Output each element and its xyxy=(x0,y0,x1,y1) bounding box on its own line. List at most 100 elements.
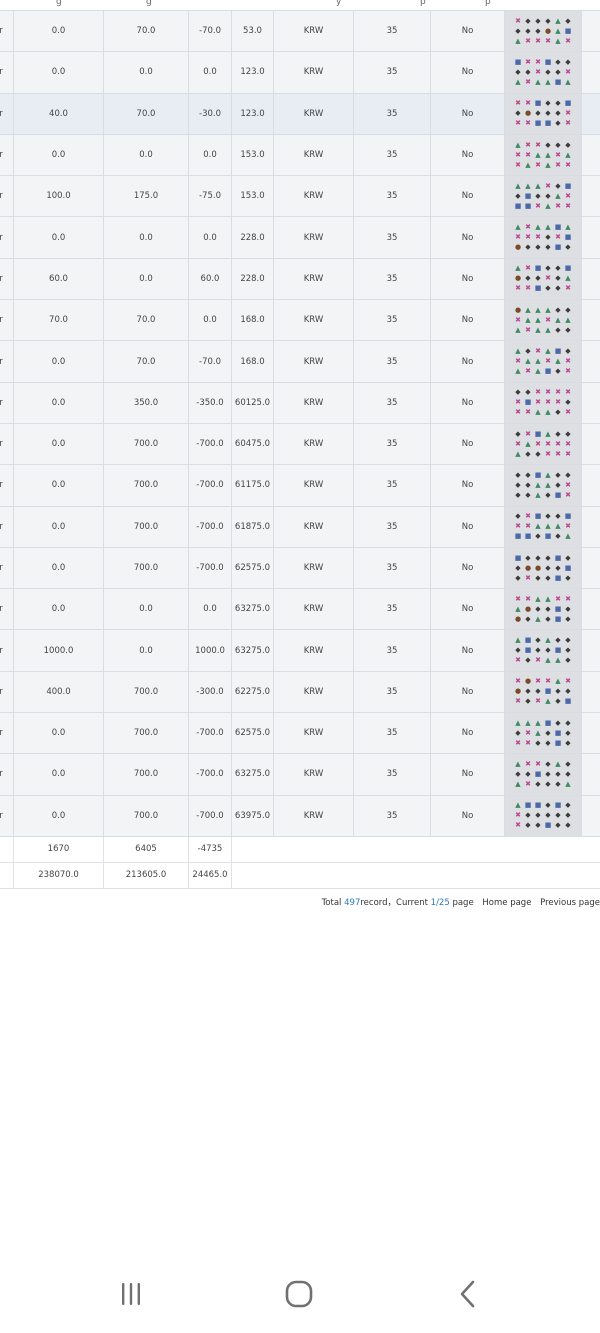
icon-grid-cell[interactable]: ▲ ◆ ✖ ▲ ■ ◆ ✖ ▲ ▲ ✖ ▲ ✖ ▲ ✖ ▲ ■ ◆ ✖ xyxy=(504,340,582,383)
table-row[interactable]: r 0.0 0.0 0.0 123.0 KRW 35 No ■ ✖ ✖ ■ ◆ ◆ ◆ ◆ ✖ ◆ ◆ ✖ ▲ ✖ ▲ ▲ ■ ▲… xyxy=(0,51,600,94)
icon-grid-cell[interactable]: ✖ ✖ ■ ◆ ◆ ■ ◆ ● ◆ ◆ ◆ ✖ ✖ ✖ ■ ■ ◆ ✖ xyxy=(504,92,582,135)
blue-item-icon: ■ xyxy=(534,284,542,293)
pink-item-icon: ✖ xyxy=(525,36,531,45)
dark-item-icon: ◆ xyxy=(535,274,541,283)
dark-item-icon: ◆ xyxy=(555,367,561,376)
dark-item-icon: ◆ xyxy=(525,243,531,252)
green-item-icon: ▲ xyxy=(535,728,541,737)
table-row[interactable]: r 0.0 350.0 -350.0 60125.0 KRW 35 No ◆ ◆ ✖ ✖ ✖ ✖ ✖ ■ ✖ ✖ ✖… xyxy=(0,381,600,424)
table-row[interactable]: r 60.0 0.0 60.0 228.0 KRW 35 No ▲ ✖ ■ ◆ ◆ ■ ● ◆ ◆ ✖ ◆ ▲ ✖ ✖ ■ ◆… xyxy=(0,257,600,301)
blue-item-icon: ■ xyxy=(564,697,572,706)
green-item-icon: ▲ xyxy=(555,656,561,665)
total-row: 238070.0 213605.0 24465.0 xyxy=(0,861,600,889)
row-edge-cell: r xyxy=(0,92,14,135)
dark-item-icon: ◆ xyxy=(565,821,571,830)
blue-item-icon: ■ xyxy=(564,181,572,190)
pink-item-icon: ✖ xyxy=(515,738,521,747)
dark-item-icon: ◆ xyxy=(515,646,521,655)
cell-c6: 35 xyxy=(353,92,431,135)
cell-c2: 700.0 xyxy=(103,753,189,796)
blue-item-icon: ■ xyxy=(554,347,562,356)
dark-item-icon: ◆ xyxy=(545,16,551,25)
cell-c2: 70.0 xyxy=(103,340,189,383)
dark-item-icon: ◆ xyxy=(535,779,541,788)
icon-grid: ▲ ■ ◆ ▲ ◆ ◆ ◆ ■ ◆ ◆ ■ ◆ ✖ ◆ ✖ ▲ ▲ ◆ xyxy=(514,636,573,666)
table-row[interactable]: r 0.0 700.0 -700.0 60475.0 KRW 35 No ◆ ✖ ■ ▲ ◆ ◆ ✖ ▲ ✖ ✖ ✖… xyxy=(0,422,600,466)
cell-c2: 700.0 xyxy=(103,505,189,548)
dark-item-icon: ◆ xyxy=(525,480,531,489)
cell-c4: 123.0 xyxy=(231,51,274,94)
back-button[interactable] xyxy=(448,1277,488,1311)
table-row[interactable]: r 400.0 700.0 -300.0 62275.0 KRW 35 No ✖ ● ✖ ✖ ▲ ✖ ● ◆ ◆… xyxy=(0,670,600,714)
dark-item-icon: ◆ xyxy=(565,646,571,655)
pink-item-icon: ✖ xyxy=(525,233,531,242)
home-page-link[interactable]: Home page xyxy=(482,898,531,908)
android-navigation-bar xyxy=(0,1255,600,1333)
table-row[interactable]: r 0.0 700.0 -700.0 62575.0 KRW 35 No ▲ ▲ ▲ ■ ◆ ◆ ◆ ✖ ▲ ◆ ■… xyxy=(0,712,600,755)
cell-c7: No xyxy=(430,588,505,631)
blue-item-icon: ■ xyxy=(554,490,562,499)
icon-grid-cell[interactable]: ▲ ▲ ▲ ✖ ◆ ■ ◆ ■ ◆ ◆ ▲ ✖ ■ ■ ✖ ▲ ✖ ✖ xyxy=(504,175,582,218)
cell-c3: -70.0 xyxy=(188,340,232,383)
green-item-icon: ▲ xyxy=(535,594,541,603)
cell-c7: No xyxy=(430,546,505,590)
cell-c5: KRW xyxy=(273,629,354,672)
icon-grid-cell[interactable]: ✖ ◆ ◆ ◆ ▲ ◆ ◆ ◆ ◆ ● ▲ ■ ▲ ✖ ✖ ✖ ▲ ✖ xyxy=(504,9,582,53)
icon-grid-cell[interactable]: ◆ ✖ ■ ▲ ◆ ◆ ✖ ▲ ✖ ✖ ✖ ✖ ▲ ◆ ◆ ✖ ✖ ✖ xyxy=(504,422,582,466)
cell-c6: 35 xyxy=(353,629,431,672)
table-row[interactable]: r 0.0 700.0 -700.0 63975.0 KRW 35 No ▲ ■ ■ ◆ ■ ◆ ✖ ◆ ◆ ◆ ◆… xyxy=(0,794,600,837)
table-row[interactable]: r 0.0 70.0 -70.0 168.0 KRW 35 No ▲ ◆ ✖ ▲ ■ ◆ ✖ ▲ ▲ ✖ ▲ ✖ ▲ ✖ ▲… xyxy=(0,340,600,383)
previous-page-link[interactable]: Previous page xyxy=(540,898,600,908)
brown-item-icon: ● xyxy=(524,604,532,613)
table-row[interactable]: r 100.0 175.0 -75.0 153.0 KRW 35 No ▲ ▲ ▲ ✖ ◆ ■ ◆ ■ ◆ ◆ ▲ ✖… xyxy=(0,175,600,218)
icon-grid-cell[interactable]: ✖ ● ✖ ✖ ▲ ✖ ● ◆ ◆ ■ ◆ ◆ ✖ ◆ ✖ ▲ ◆ ■ xyxy=(504,670,582,714)
table-row[interactable]: r 0.0 0.0 0.0 228.0 KRW 35 No ▲ ✖ ▲ ▲ ■ ▲ ✖ ✖ ✖ ◆ ✖ ■ ● ◆ ◆ ◆ ■ ◆… xyxy=(0,216,600,259)
table-row[interactable]: r 70.0 70.0 0.0 168.0 KRW 35 No ● ▲ ▲ ▲ ◆ ◆ ✖ ▲ ▲ ✖ ▲ ▲ ▲ ✖ ▲ ▲… xyxy=(0,299,600,342)
icon-grid-cell[interactable]: ◆ ◆ ✖ ✖ ✖ ✖ ✖ ■ ✖ ✖ ✖ ◆ ✖ ✖ ▲ ▲ ◆ ✖ xyxy=(504,381,582,424)
cell-c1: 0.0 xyxy=(13,464,104,507)
cell-c1: 0.0 xyxy=(13,51,104,94)
table-row[interactable]: r 0.0 70.0 -70.0 53.0 KRW 35 No ✖ ◆ ◆ ◆ ▲ ◆ ◆ ◆ ◆ ● ▲ ■ ▲ ✖ ✖ ✖… xyxy=(0,9,600,53)
icon-grid-cell[interactable]: ▲ ■ ◆ ▲ ◆ ◆ ◆ ■ ◆ ◆ ■ ◆ ✖ ◆ ✖ ▲ ▲ ◆ xyxy=(504,629,582,672)
records-table-container: r 0.0 70.0 -70.0 53.0 KRW 35 No ✖ ◆ ◆ ◆ ▲ ◆ ◆ ◆ ◆ ● ▲ ■ ▲ ✖ ✖ ✖… xyxy=(0,9,600,889)
icon-grid-cell[interactable]: ◆ ◆ ■ ▲ ◆ ◆ ◆ ◆ ▲ ▲ ◆ ✖ ◆ ◆ ▲ ◆ ■ ✖ xyxy=(504,464,582,507)
table-row[interactable]: r 0.0 700.0 -700.0 62575.0 KRW 35 No ■ ◆ ◆ ◆ ■ ◆ ◆ ● ● ◆ ◆… xyxy=(0,546,600,590)
icon-grid-cell[interactable]: ◆ ✖ ■ ◆ ◆ ■ ✖ ✖ ▲ ▲ ▲ ✖ ■ ■ ◆ ■ ◆ ▲ xyxy=(504,505,582,548)
cell-c1: 0.0 xyxy=(13,712,104,755)
dark-item-icon: ◆ xyxy=(515,769,521,778)
cell-c2: 700.0 xyxy=(103,546,189,590)
pagination-total-prefix: Total xyxy=(321,898,345,908)
icon-grid-cell[interactable]: ▲ ✖ ■ ◆ ◆ ■ ● ◆ ◆ ✖ ◆ ▲ ✖ ✖ ■ ◆ ◆ ✖ xyxy=(504,257,582,301)
icon-grid-cell[interactable]: ▲ ✖ ▲ ▲ ■ ▲ ✖ ✖ ✖ ◆ ✖ ■ ● ◆ ◆ ◆ ■ ◆ xyxy=(504,216,582,259)
recent-apps-button[interactable] xyxy=(111,1277,151,1311)
row-right-edge-cell: 2 xyxy=(581,588,600,631)
table-row[interactable]: r 0.0 0.0 0.0 63275.0 KRW 35 No ✖ ✖ ▲ ▲ ✖ ✖ ▲ ● ◆ ◆ ■ ◆ ● ◆ ▲ ◆… xyxy=(0,588,600,631)
cell-c7: No xyxy=(430,257,505,301)
icon-grid-cell[interactable]: ▲ ▲ ▲ ■ ◆ ◆ ◆ ✖ ▲ ◆ ■ ◆ ✖ ✖ ◆ ◆ ■ ◆ xyxy=(504,712,582,755)
icon-grid-cell[interactable]: ■ ✖ ✖ ■ ◆ ◆ ◆ ◆ ✖ ◆ ◆ ✖ ▲ ✖ ▲ ▲ ■ ▲ xyxy=(504,51,582,94)
table-row[interactable]: r 0.0 700.0 -700.0 61875.0 KRW 35 No ◆ ✖ ■ ◆ ◆ ■ ✖ ✖ ▲ ▲ ▲… xyxy=(0,505,600,548)
cell-c4: 153.0 xyxy=(231,175,274,218)
table-row[interactable]: r 0.0 0.0 0.0 153.0 KRW 35 No ▲ ✖ ✖ ◆ ◆ ◆ ✖ ✖ ▲ ▲ ✖ ▲ ✖ ▲ ✖ ▲ ✖ ✖… xyxy=(0,133,600,177)
row-right-edge-cell: 2 xyxy=(581,381,600,424)
icon-grid-cell[interactable]: ▲ ✖ ✖ ◆ ▲ ◆ ◆ ◆ ■ ◆ ◆ ◆ ▲ ✖ ◆ ◆ ◆ ▲ xyxy=(504,753,582,796)
icon-grid-cell[interactable]: ● ▲ ▲ ▲ ◆ ◆ ✖ ▲ ▲ ✖ ▲ ▲ ▲ ✖ ▲ ▲ ◆ ◆ xyxy=(504,299,582,342)
icon-grid-cell[interactable]: ▲ ✖ ✖ ◆ ◆ ◆ ✖ ✖ ▲ ▲ ✖ ▲ ✖ ▲ ✖ ▲ ✖ ✖ xyxy=(504,133,582,177)
home-button[interactable] xyxy=(279,1277,319,1311)
cell-c1: 0.0 xyxy=(13,753,104,796)
cell-c5: KRW xyxy=(273,588,354,631)
pink-item-icon: ✖ xyxy=(525,325,531,334)
pink-item-icon: ✖ xyxy=(565,357,571,366)
pink-item-icon: ✖ xyxy=(535,140,541,149)
icon-grid-cell[interactable]: ▲ ■ ■ ◆ ■ ◆ ✖ ◆ ◆ ◆ ◆ ◆ ✖ ◆ ◆ ■ ◆ ◆ xyxy=(504,794,582,837)
pink-item-icon: ✖ xyxy=(545,388,551,397)
table-row[interactable]: r 0.0 700.0 -700.0 61175.0 KRW 35 No ◆ ◆ ■ ▲ ◆ ◆ ◆ ◆ ▲ ▲ ◆… xyxy=(0,464,600,507)
table-row[interactable]: r 0.0 700.0 -700.0 63275.0 KRW 35 No ▲ ✖ ✖ ◆ ▲ ◆ ◆ ◆ ■ ◆ ◆… xyxy=(0,753,600,796)
pink-item-icon: ✖ xyxy=(565,388,571,397)
table-row[interactable]: r 40.0 70.0 -30.0 123.0 KRW 35 No ✖ ✖ ■ ◆ ◆ ■ ◆ ● ◆ ◆ ◆ ✖ ✖ ✖… xyxy=(0,92,600,135)
icon-grid-cell[interactable]: ■ ◆ ◆ ◆ ■ ◆ ◆ ● ● ◆ ◆ ■ ◆ ✖ ◆ ◆ ■ ◆ xyxy=(504,546,582,590)
cell-c1: 70.0 xyxy=(13,299,104,342)
table-row[interactable]: r 1000.0 0.0 1000.0 63275.0 KRW 35 No ▲ ■ ◆ ▲ ◆ ◆ ◆ ■ ◆ ◆… xyxy=(0,629,600,672)
icon-grid-cell[interactable]: ✖ ✖ ▲ ▲ ✖ ✖ ▲ ● ◆ ◆ ■ ◆ ● ◆ ▲ ◆ ■ ◆ xyxy=(504,588,582,631)
dark-item-icon: ◆ xyxy=(545,233,551,242)
